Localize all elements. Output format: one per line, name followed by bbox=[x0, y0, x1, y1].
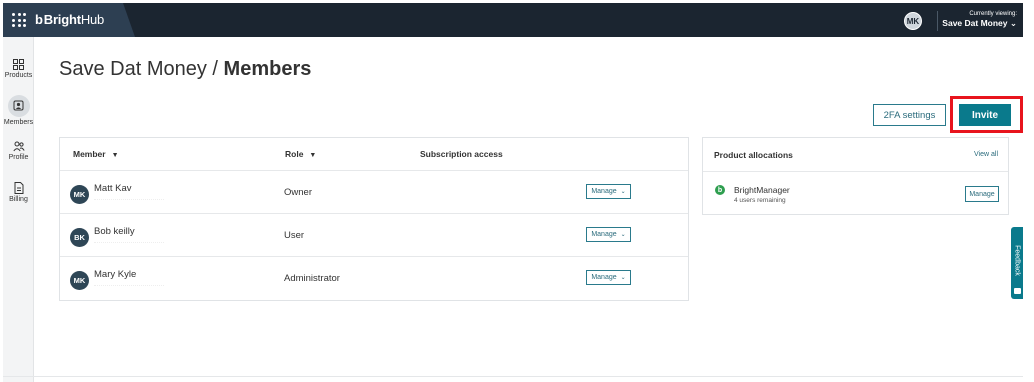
avatar: MK bbox=[70, 185, 89, 204]
user-avatar[interactable]: MK bbox=[904, 12, 922, 30]
sidebar-item-profile[interactable]: Profile bbox=[3, 141, 34, 161]
member-role: Owner bbox=[284, 187, 312, 198]
brand-logo-hub: Hub bbox=[80, 12, 105, 27]
account-switcher[interactable]: Currently viewing: Save Dat Money ⌄ bbox=[942, 11, 1017, 29]
member-email-redacted bbox=[94, 239, 164, 243]
column-header-subscription-label: Subscription access bbox=[420, 149, 503, 159]
table-row: MK Matt Kav Owner Manage ⌄ bbox=[60, 171, 688, 214]
user-avatar-initials: MK bbox=[906, 16, 920, 26]
avatar-initials: MK bbox=[73, 276, 86, 285]
manage-button-label: Manage bbox=[591, 188, 617, 195]
table-row: BK Bob keilly User Manage ⌄ bbox=[60, 214, 688, 257]
brand-logo[interactable]: bBrightHub bbox=[35, 12, 104, 27]
feedback-tab[interactable]: Feedback bbox=[1011, 227, 1023, 299]
app-launcher-icon[interactable] bbox=[12, 13, 26, 27]
sidebar-item-label: Billing bbox=[9, 196, 28, 203]
twofa-settings-button[interactable]: 2FA settings bbox=[873, 104, 946, 126]
column-header-member[interactable]: Member ▼ bbox=[73, 149, 119, 159]
sidebar-active-badge bbox=[7, 95, 30, 117]
sort-caret-icon: ▼ bbox=[309, 152, 317, 159]
member-name: Matt Kav bbox=[94, 183, 132, 194]
chevron-down-icon: ⌄ bbox=[1009, 18, 1017, 28]
column-header-member-label: Member bbox=[73, 149, 106, 159]
sidebar-item-products[interactable]: Products bbox=[3, 59, 34, 79]
top-divider bbox=[937, 11, 938, 31]
column-header-subscription: Subscription access bbox=[420, 149, 503, 159]
sidebar-item-billing[interactable]: Billing bbox=[3, 182, 34, 203]
feedback-label: Feedback bbox=[1013, 245, 1021, 276]
account-switcher-label: Currently viewing: bbox=[969, 11, 1017, 17]
chevron-down-icon: ⌄ bbox=[620, 232, 626, 238]
brand-logo-bright: Bright bbox=[43, 12, 81, 27]
avatar-initials: MK bbox=[73, 190, 86, 199]
sidebar-item-members[interactable]: Members bbox=[3, 95, 34, 126]
breadcrumb-separator: / bbox=[206, 58, 224, 80]
member-name: Bob keilly bbox=[94, 226, 135, 237]
sidebar-item-label: Members bbox=[3, 119, 34, 126]
sidebar: Products Members Profile Billing bbox=[3, 37, 34, 382]
member-role: User bbox=[284, 230, 305, 241]
brand-logo-glyph: b bbox=[35, 12, 43, 27]
manage-button[interactable]: Manage ⌄ bbox=[586, 184, 631, 199]
top-bar: bBrightHub MK Currently viewing: Save Da… bbox=[3, 3, 1023, 37]
page-title: Save Dat Money / Members bbox=[59, 58, 311, 81]
avatar: BK bbox=[70, 228, 89, 247]
member-email-redacted bbox=[94, 282, 164, 286]
breadcrumb-parent[interactable]: Save Dat Money bbox=[59, 58, 207, 80]
feedback-icon bbox=[1014, 288, 1021, 294]
member-email-redacted bbox=[94, 196, 164, 200]
account-switcher-name: Save Dat Money bbox=[942, 18, 1008, 28]
invite-button[interactable]: Invite bbox=[959, 104, 1011, 126]
account-switcher-value: Save Dat Money ⌄ bbox=[942, 18, 1017, 29]
sidebar-item-label: Products bbox=[4, 72, 33, 79]
breadcrumb-current: Members bbox=[223, 58, 312, 80]
members-icon bbox=[13, 100, 24, 110]
sort-caret-icon: ▼ bbox=[111, 152, 119, 159]
product-allocations-title: Product allocations bbox=[714, 150, 793, 160]
manage-button-label: Manage bbox=[591, 231, 617, 238]
product-manage-button[interactable]: Manage bbox=[965, 186, 999, 202]
profile-icon bbox=[12, 141, 25, 152]
brightmanager-logo-letter: b bbox=[717, 186, 723, 194]
chevron-down-icon: ⌄ bbox=[620, 275, 626, 281]
column-header-role-label: Role bbox=[285, 149, 304, 159]
product-users-remaining: 4 users remaining bbox=[734, 197, 786, 204]
members-table: Member ▼ Role ▼ Subscription access MK Mat… bbox=[59, 137, 689, 301]
view-all-link[interactable]: View all bbox=[974, 151, 998, 158]
grid-icon bbox=[13, 59, 24, 70]
member-name: Mary Kyle bbox=[94, 269, 137, 280]
column-header-role[interactable]: Role ▼ bbox=[285, 149, 316, 159]
member-role: Administrator bbox=[284, 273, 340, 284]
manage-button-label: Manage bbox=[591, 274, 617, 281]
product-allocations-header: Product allocations View all bbox=[703, 138, 1008, 172]
product-name: BrightManager bbox=[734, 185, 790, 195]
chevron-down-icon: ⌄ bbox=[620, 189, 626, 195]
manage-button[interactable]: Manage ⌄ bbox=[586, 227, 631, 242]
members-table-header: Member ▼ Role ▼ Subscription access bbox=[60, 138, 688, 171]
avatar: MK bbox=[70, 271, 89, 290]
table-row: MK Mary Kyle Administrator Manage ⌄ bbox=[60, 257, 688, 300]
brightmanager-logo-icon: b bbox=[715, 185, 725, 195]
document-icon bbox=[14, 182, 23, 194]
sidebar-item-label: Profile bbox=[8, 154, 29, 161]
product-allocations-card: Product allocations View all b BrightMan… bbox=[702, 137, 1009, 215]
manage-button[interactable]: Manage ⌄ bbox=[586, 270, 631, 285]
bottom-divider bbox=[3, 376, 1023, 377]
avatar-initials: BK bbox=[74, 233, 85, 242]
